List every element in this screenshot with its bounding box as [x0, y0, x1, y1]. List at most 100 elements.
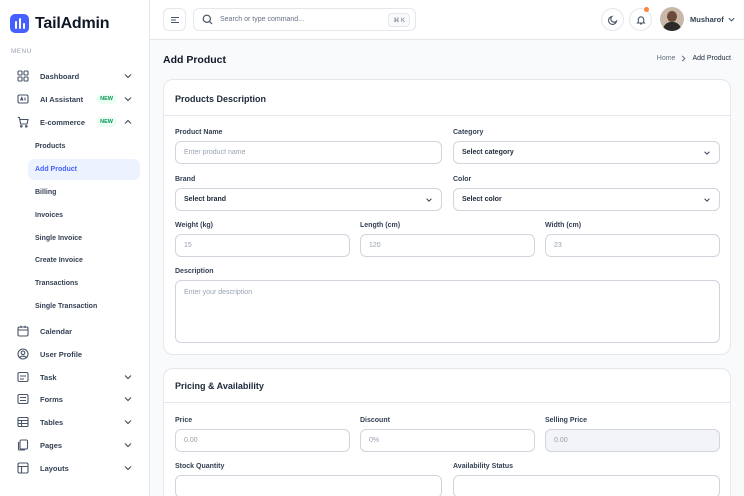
pages-icon [17, 439, 29, 451]
avatar [660, 7, 684, 31]
selling-price-input: 0.00 [545, 429, 720, 452]
sidebar-sub-single-invoice[interactable]: Single Invoice [28, 228, 140, 249]
brand[interactable]: TailAdmin [10, 14, 110, 33]
availability-status-select[interactable] [453, 475, 720, 496]
sidebar-item-layouts[interactable]: Layouts [11, 457, 139, 479]
description-label: Description [175, 268, 214, 275]
new-badge: NEW [96, 117, 117, 127]
width-input[interactable]: 23 [545, 234, 720, 257]
products-description-card: Products Description Product Name Enter … [163, 79, 731, 355]
stock-quantity-input[interactable] [175, 475, 442, 496]
card-divider [164, 115, 730, 116]
search-icon [202, 14, 213, 25]
brand-select[interactable]: Select brand [175, 188, 442, 211]
sidebar-sub-products[interactable]: Products [28, 136, 140, 157]
sidebar-item-label: AI Assistant [40, 94, 84, 104]
sidebar-item-task[interactable]: Task [11, 366, 139, 388]
width-label: Width (cm) [545, 222, 582, 229]
sidebar-sub-billing[interactable]: Billing [28, 182, 140, 203]
weight-label: Weight (kg) [175, 222, 213, 229]
sidebar-item-label: Forms [40, 394, 63, 404]
length-input[interactable]: 120 [360, 234, 535, 257]
length-label: Length (cm) [360, 222, 401, 229]
discount-label: Discount [360, 417, 390, 424]
breadcrumb-home-link[interactable]: Home [657, 55, 676, 62]
pricing-availability-card: Pricing & Availability Price 0.00 Discou… [163, 368, 731, 496]
sidebar-item-label: Calendar [40, 326, 73, 336]
card-title: Products Description [175, 94, 267, 104]
sidebar-item-label: User Profile [40, 349, 83, 359]
description-textarea[interactable]: Enter your description [175, 280, 720, 343]
search-input[interactable]: Search or type command... [220, 16, 304, 23]
brand-name: TailAdmin [35, 14, 110, 32]
search-bar[interactable]: Search or type command... ⌘ K [193, 8, 416, 31]
card-title: Pricing & Availability [175, 381, 264, 391]
breadcrumb-current: Add Product [692, 55, 731, 62]
user-menu[interactable]: Musharof [660, 7, 736, 31]
weight-input[interactable]: 15 [175, 234, 350, 257]
moon-icon [607, 15, 617, 25]
sidebar-item-label: Pages [40, 440, 63, 450]
ai-icon [17, 93, 29, 105]
chevron-down-icon [704, 151, 710, 155]
page-title: Add Product [163, 54, 226, 66]
chevron-down-icon [124, 397, 132, 402]
cart-icon [17, 116, 29, 128]
sidebar-sub-single-transaction[interactable]: Single Transaction [28, 296, 140, 317]
new-badge: NEW [96, 94, 117, 104]
chevron-down-icon [704, 198, 710, 202]
discount-input[interactable]: 0% [360, 429, 535, 452]
color-label: Color [453, 176, 472, 183]
sidebar-item-dashboard[interactable]: Dashboard [11, 65, 139, 87]
sidebar-item-pages[interactable]: Pages [11, 434, 139, 456]
chevron-down-icon [124, 74, 132, 79]
menu-title: MENU [11, 48, 32, 55]
sidebar-sub-create-invoice[interactable]: Create Invoice [28, 250, 140, 271]
chevron-down-icon [124, 420, 132, 425]
color-select[interactable]: Select color [453, 188, 720, 211]
sidebar-sub-transactions[interactable]: Transactions [28, 273, 140, 294]
sidebar-item-user-profile[interactable]: User Profile [11, 343, 139, 365]
chevron-up-icon [124, 119, 132, 124]
price-label: Price [175, 417, 193, 424]
chevron-down-icon [728, 17, 735, 22]
color-select-value: Select color [462, 196, 502, 203]
task-icon [17, 371, 29, 383]
brand-select-value: Select brand [184, 196, 227, 203]
card-divider [164, 402, 730, 403]
stock-quantity-label: Stock Quantity [175, 463, 225, 470]
category-label: Category [453, 129, 484, 136]
notifications-button[interactable] [629, 7, 652, 31]
chevron-down-icon [124, 443, 132, 448]
availability-status-label: Availability Status [453, 463, 514, 470]
price-input[interactable]: 0.00 [175, 429, 350, 452]
category-select[interactable]: Select category [453, 141, 720, 164]
dark-mode-toggle-button[interactable] [601, 8, 624, 31]
notification-dot [644, 7, 649, 12]
sidebar-sub-add-product[interactable]: Add Product [28, 159, 140, 180]
sidebar-item-label: Dashboard [40, 71, 80, 81]
sidebar-item-forms[interactable]: Forms [11, 388, 139, 410]
sidebar-sub-invoices[interactable]: Invoices [28, 205, 140, 226]
sidebar-toggle-button[interactable] [163, 8, 186, 31]
category-select-value: Select category [462, 149, 514, 156]
sidebar-item-label: E-commerce [40, 117, 86, 127]
sidebar-item-tables[interactable]: Tables [11, 411, 139, 433]
user-circle-icon [17, 348, 29, 360]
chevron-right-icon [682, 55, 687, 62]
table-icon [17, 416, 29, 428]
sidebar-item-calendar[interactable]: Calendar [11, 320, 139, 342]
menu-icon [170, 16, 179, 23]
bell-icon [635, 15, 646, 25]
chevron-down-icon [124, 97, 132, 102]
product-name-input[interactable]: Enter product name [175, 141, 442, 164]
sidebar-item-ecommerce[interactable]: E-commerce NEW [11, 111, 139, 133]
sidebar-item-ai-assistant[interactable]: AI Assistant NEW [11, 88, 139, 110]
logo-icon [10, 14, 29, 33]
breadcrumb: Home Add Product [657, 55, 731, 62]
selling-price-label: Selling Price [545, 417, 588, 424]
layouts-icon [17, 462, 29, 474]
chevron-down-icon [124, 466, 132, 471]
sidebar-item-label: Tables [40, 417, 64, 427]
top-header: Search or type command... ⌘ K Musharof [150, 0, 744, 40]
